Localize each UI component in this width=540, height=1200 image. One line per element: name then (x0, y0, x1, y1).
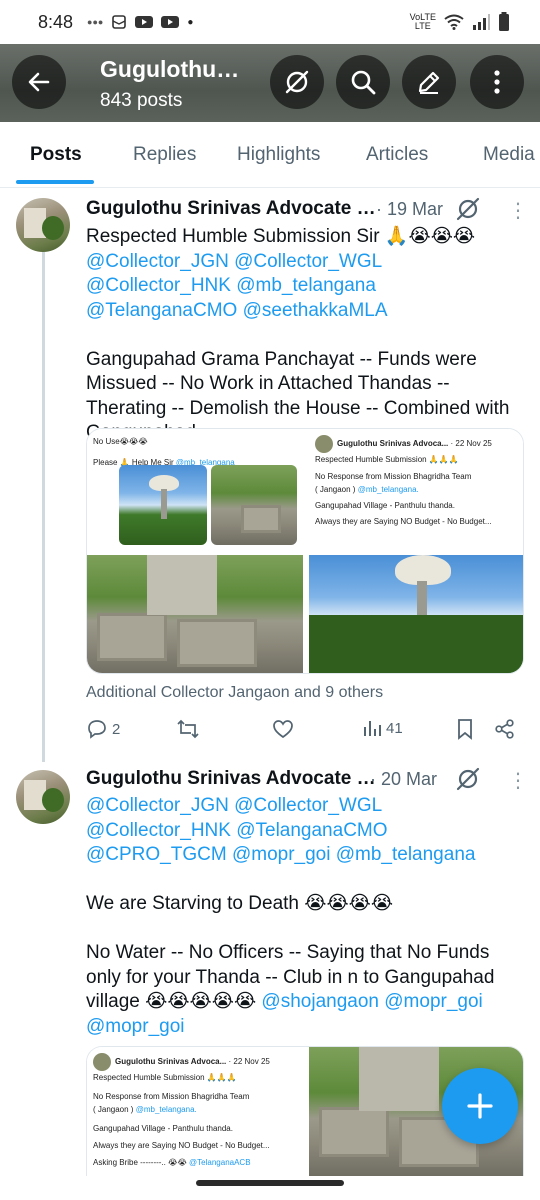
media-text: No Use😭😭😭 (93, 437, 148, 446)
grok-icon[interactable] (455, 766, 481, 792)
views-button[interactable]: 41 (362, 718, 403, 738)
media-text: No Response from Mission Bhagridha Team (315, 472, 472, 481)
volte-label: VoLTE LTE (409, 12, 436, 31)
media-mention: @mb_telangana. (135, 1105, 197, 1114)
media-text: Always they are Saying NO Budget - No Bu… (315, 517, 492, 526)
edit-pencil-icon (418, 71, 440, 94)
avatar[interactable] (16, 770, 70, 824)
media-date: · 22 Nov 25 (228, 1057, 270, 1067)
post-count: 843 posts (100, 90, 183, 111)
repost-button[interactable] (176, 718, 200, 740)
grok-icon (285, 70, 309, 94)
post-more-button[interactable]: ⋮ (508, 198, 528, 223)
battery-icon (499, 12, 509, 31)
plus-icon (467, 1093, 493, 1119)
media-text: Gangupahad Village - Panthulu thanda. (93, 1124, 233, 1133)
bookmark-icon (458, 719, 472, 740)
liked-by-text[interactable]: Additional Collector Jangaon and 9 other… (86, 684, 383, 702)
grok-icon[interactable] (455, 196, 481, 222)
media-mention: @TelanganaACB (189, 1158, 251, 1167)
post-date[interactable]: · 20 Mar (370, 769, 437, 790)
search-icon (351, 70, 376, 95)
reply-icon (88, 720, 106, 739)
more-options-button[interactable] (470, 55, 524, 109)
home-indicator[interactable] (196, 1180, 344, 1186)
notification-dot-icon: ●●● (87, 17, 104, 27)
media-photo-ruin[interactable] (87, 555, 303, 673)
share-button[interactable] (494, 718, 516, 740)
message-icon (112, 15, 127, 29)
inset-photo-tank (119, 465, 207, 545)
youtube-icon (135, 16, 154, 28)
post-text: @Collector_JGN @Collector_WGL @Collector… (86, 794, 526, 1039)
status-bar: 8:48 ●●● ● VoLTE LTE (0, 0, 540, 44)
post-text-line: We are Starving to Death 😭😭😭😭 (86, 893, 394, 914)
profile-tabs: Posts Replies Highlights Articles Media (0, 122, 540, 188)
tab-posts[interactable]: Posts (30, 122, 82, 188)
media-text: Always they are Saying NO Budget - No Bu… (93, 1141, 270, 1150)
post-date[interactable]: · 19 Mar (376, 199, 443, 220)
tab-media[interactable]: Media (483, 122, 535, 188)
post-mentions[interactable]: @Collector_JGN @Collector_WGL @Collector… (86, 795, 475, 865)
media-text: Asking Bribe --------.. 😭😭 (93, 1158, 187, 1167)
view-count: 41 (386, 719, 403, 737)
back-button[interactable] (12, 55, 66, 109)
heart-icon (273, 720, 293, 739)
media-mention: @mb_telangana. (357, 485, 419, 494)
status-time: 8:48 (38, 11, 74, 32)
post-author[interactable]: Gugulothu Srinivas Advocate … (86, 198, 376, 220)
media-text: ( Jangaon ) (315, 485, 356, 494)
wifi-icon (444, 14, 464, 30)
post-mentions[interactable]: @Collector_JGN @Collector_WGL @Collector… (86, 251, 388, 321)
repost-icon (177, 719, 199, 739)
active-tab-indicator (16, 180, 94, 184)
youtube-icon-2 (161, 16, 180, 28)
vertical-dots-icon (494, 70, 500, 94)
back-arrow-icon (28, 72, 50, 92)
post-author[interactable]: Gugulothu Srinivas Advocate … (86, 768, 376, 790)
media-text: Gangupahad Village - Panthulu thanda. (315, 501, 455, 510)
compose-button[interactable] (402, 55, 456, 109)
tab-replies[interactable]: Replies (133, 122, 196, 188)
search-button[interactable] (336, 55, 390, 109)
media-text: Respected Humble Submission 🙏🙏🙏 (93, 1073, 237, 1082)
avatar[interactable] (16, 198, 70, 252)
media-text: No Response from Mission Bhagridha Team (93, 1092, 250, 1101)
inset-photo-ruin (211, 465, 297, 545)
like-button[interactable] (272, 718, 294, 740)
compose-post-button[interactable] (442, 1068, 518, 1144)
media-screenshot-1[interactable]: No Use😭😭😭 Please 🙏 Help Me Sir @mb_telan… (87, 429, 303, 551)
media-photo-water-tank[interactable] (309, 555, 523, 673)
post-text-line: Respected Humble Submission Sir 🙏😭😭😭 (86, 226, 476, 247)
media-author: Gugulothu Srinivas Advoca... (337, 439, 449, 449)
signal-icon (473, 14, 490, 30)
reply-button[interactable]: 2 (86, 718, 120, 740)
post-actions: 2 41 (86, 718, 518, 748)
share-icon (495, 719, 514, 739)
post-text: Respected Humble Submission Sir 🙏😭😭😭 @Co… (86, 225, 526, 446)
media-screenshot[interactable]: Gugulothu Srinivas Advoca... · 22 Nov 25… (87, 1047, 303, 1176)
more-notifications-dot-icon: ● (187, 16, 194, 28)
media-text: Respected Humble Submission 🙏🙏🙏 (315, 455, 459, 464)
post-media-grid[interactable]: No Use😭😭😭 Please 🙏 Help Me Sir @mb_telan… (86, 428, 524, 674)
bookmark-button[interactable] (456, 718, 474, 740)
analytics-icon (364, 721, 381, 736)
tab-articles[interactable]: Articles (366, 122, 428, 188)
media-screenshot-2[interactable]: Gugulothu Srinivas Advoca... · 22 Nov 25… (309, 429, 523, 551)
post-more-button[interactable]: ⋮ (508, 768, 528, 793)
profile-header: Gugulothu… 843 posts (0, 44, 540, 122)
media-text: ( Jangaon ) (93, 1105, 134, 1114)
tab-highlights[interactable]: Highlights (237, 122, 320, 188)
media-date: · 22 Nov 25 (450, 439, 492, 449)
media-author: Gugulothu Srinivas Advoca... (115, 1057, 227, 1067)
reply-count: 2 (112, 720, 121, 738)
profile-name: Gugulothu… (100, 56, 240, 82)
thread-connector (42, 252, 45, 762)
grok-button[interactable] (270, 55, 324, 109)
